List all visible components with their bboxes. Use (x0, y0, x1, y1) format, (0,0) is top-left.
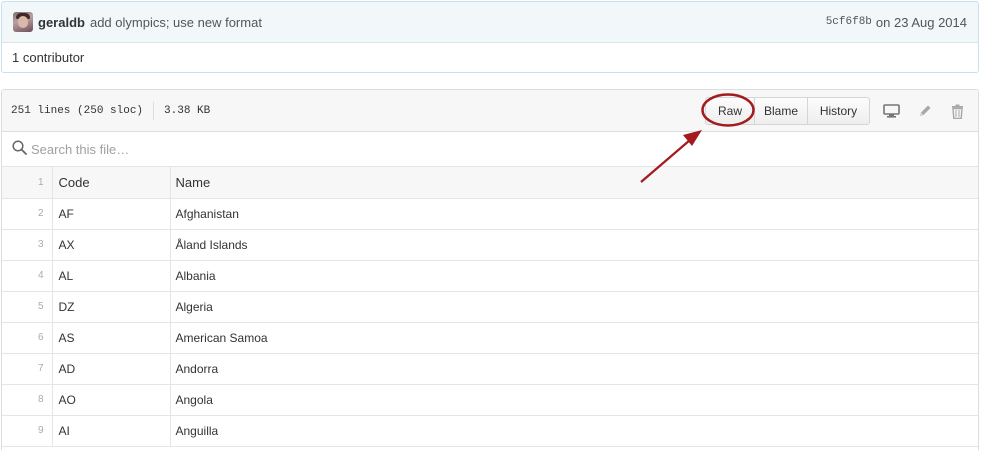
line-number[interactable]: 7 (2, 353, 53, 385)
csv-table: 1 Code Name 2 AF Afghanistan 3 AX Åland … (2, 167, 978, 447)
table-row: 5 DZ Algeria (2, 291, 978, 323)
cell-code: DZ (52, 291, 171, 323)
cell-code: AO (52, 384, 171, 416)
search-input[interactable] (31, 141, 331, 157)
table-header-row: 1 Code Name (2, 167, 978, 199)
table-row: 9 AI Anguilla (2, 415, 978, 447)
line-number[interactable]: 6 (2, 322, 53, 354)
commit-author-link[interactable]: geraldb (38, 15, 85, 30)
blame-button[interactable]: Blame (754, 97, 808, 125)
file-lines-info: 251 lines (250 sloc) (11, 104, 144, 117)
cell-name: Andorra (170, 353, 978, 385)
contributors-count[interactable]: 1 contributor (12, 50, 84, 65)
column-header-name: Name (170, 167, 978, 199)
line-number[interactable]: 8 (2, 384, 53, 416)
cell-code: AL (52, 260, 171, 292)
line-number[interactable]: 3 (2, 229, 53, 261)
file-action-buttons: Raw Blame History (705, 97, 870, 125)
avatar[interactable] (13, 12, 33, 32)
line-number[interactable]: 9 (2, 415, 53, 447)
commit-meta: 5cf6f8b on 23 Aug 2014 (826, 15, 967, 30)
cell-name: Afghanistan (170, 198, 978, 230)
line-number[interactable]: 2 (2, 198, 53, 230)
raw-button[interactable]: Raw (705, 97, 755, 125)
pencil-icon[interactable] (916, 103, 934, 119)
cell-code: AF (52, 198, 171, 230)
file-search-row (2, 132, 978, 167)
table-row: 7 AD Andorra (2, 353, 978, 385)
history-button[interactable]: History (807, 97, 870, 125)
commit-sha-link[interactable]: 5cf6f8b (826, 16, 872, 28)
line-number[interactable]: 5 (2, 291, 53, 323)
file-size: 3.38 KB (164, 104, 211, 117)
cell-name: Albania (170, 260, 978, 292)
cell-code: AI (52, 415, 171, 447)
table-row: 6 AS American Samoa (2, 322, 978, 354)
cell-name: Algeria (170, 291, 978, 323)
line-number[interactable]: 1 (2, 167, 53, 199)
cell-code: AD (52, 353, 171, 385)
commit-bar: geraldb add olympics; use new format 5cf… (1, 1, 979, 43)
cell-name: American Samoa (170, 322, 978, 354)
commit-date: on 23 Aug 2014 (875, 14, 967, 30)
contributors-bar: 1 contributor (1, 42, 979, 73)
table-row: 8 AO Angola (2, 384, 978, 416)
file-info-divider (153, 101, 155, 120)
file-header: 251 lines (250 sloc) 3.38 KB Raw Blame H… (2, 90, 978, 132)
line-number[interactable]: 4 (2, 260, 53, 292)
table-row: 2 AF Afghanistan (2, 198, 978, 230)
table-row: 3 AX Åland Islands (2, 229, 978, 261)
search-icon (12, 140, 27, 158)
cell-name: Angola (170, 384, 978, 416)
trashcan-icon[interactable] (948, 103, 966, 119)
file-info: 251 lines (250 sloc) 3.38 KB (11, 101, 211, 120)
cell-code: AS (52, 322, 171, 354)
commit-message[interactable]: add olympics; use new format (90, 15, 262, 30)
cell-name: Åland Islands (170, 229, 978, 261)
table-row: 4 AL Albania (2, 260, 978, 292)
file-box: 251 lines (250 sloc) 3.38 KB Raw Blame H… (1, 89, 979, 450)
avatar-face (18, 16, 28, 28)
desktop-icon[interactable] (882, 103, 900, 119)
column-header-code: Code (52, 167, 171, 199)
cell-code: AX (52, 229, 171, 261)
cell-name: Anguilla (170, 415, 978, 447)
